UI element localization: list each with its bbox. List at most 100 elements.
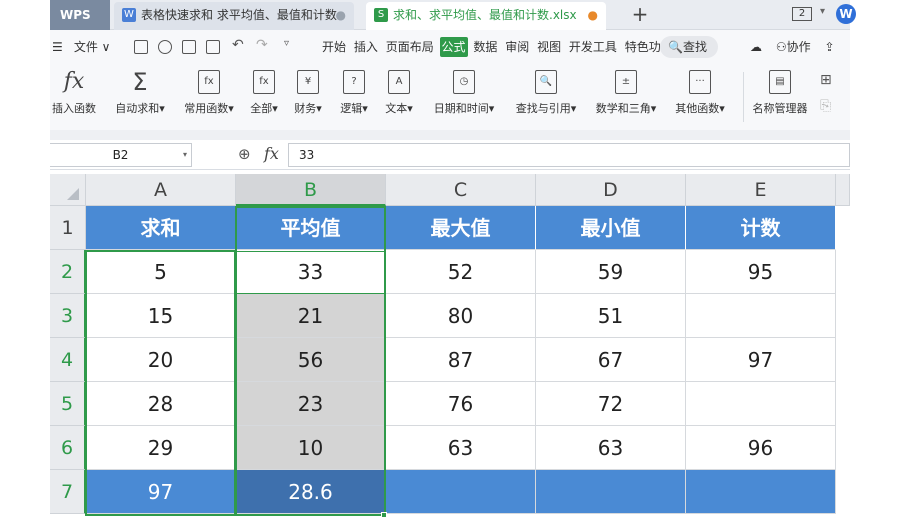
name-manager-button[interactable]: ▤ 名称管理器 (748, 68, 812, 126)
cell-c3[interactable]: 80 (386, 294, 536, 338)
cell-d6[interactable]: 63 (536, 426, 686, 470)
sheet-grid[interactable]: A B C D E 1 2 3 4 5 6 7 求和 平均值 最大值 最小值 计… (50, 174, 850, 520)
row-header-2[interactable]: 2 (50, 250, 86, 294)
more-functions-button[interactable]: ··· 其他函数▾ (668, 68, 732, 126)
fx-icon[interactable]: fx (264, 144, 279, 163)
insert-function-button[interactable]: fx 插入函数 (50, 68, 98, 126)
name-box[interactable]: B2 ▾ (50, 143, 192, 167)
print-preview-icon[interactable] (206, 40, 220, 54)
wps-logo[interactable]: WPS (50, 0, 110, 30)
cell-c2[interactable]: 52 (386, 250, 536, 294)
cell-d4[interactable]: 67 (536, 338, 686, 382)
row-header-5[interactable]: 5 (50, 382, 86, 426)
date-time-button[interactable]: ◷ 日期和时间▾ (426, 68, 502, 126)
row-header-1[interactable]: 1 (50, 206, 86, 250)
redo-icon[interactable]: ↷ (256, 37, 268, 53)
row-header-4[interactable]: 4 (50, 338, 86, 382)
cell-c4[interactable]: 87 (386, 338, 536, 382)
column-header-c[interactable]: C (386, 174, 536, 206)
all-functions-button[interactable]: fx 全部▾ (246, 68, 282, 126)
select-all-corner[interactable] (50, 174, 86, 206)
cell-b6[interactable]: 10 (236, 426, 386, 470)
account-logo-icon[interactable]: W (836, 4, 856, 24)
tab-developer[interactable]: 开发工具 (567, 30, 619, 64)
define-name-icon[interactable]: ⊞ (820, 72, 832, 88)
window-count-badge[interactable]: 2 (792, 7, 812, 21)
tab-insert[interactable]: 插入 (352, 30, 380, 64)
common-functions-button[interactable]: fx 常用函数▾ (178, 68, 240, 126)
chevron-down-icon[interactable]: ▾ (820, 6, 825, 17)
cell-e3[interactable] (686, 294, 836, 338)
lookup-reference-button[interactable]: 🔍 查找与引用▾ (508, 68, 584, 126)
cell-a2[interactable]: 5 (86, 250, 236, 294)
new-tab-button[interactable]: + (628, 2, 652, 28)
collab-button[interactable]: 协作 (787, 40, 811, 54)
formula-input[interactable]: 33 (288, 143, 850, 167)
row-header-6[interactable]: 6 (50, 426, 86, 470)
save-icon[interactable] (134, 40, 148, 54)
zoom-icon[interactable]: ⊕ (238, 145, 251, 163)
cell-e7[interactable] (686, 470, 836, 514)
column-header-a[interactable]: A (86, 174, 236, 206)
cell-e1[interactable]: 计数 (686, 206, 836, 250)
chevron-down-icon[interactable]: ∨ (102, 30, 111, 64)
cell-d7[interactable] (536, 470, 686, 514)
cloud-icon[interactable]: ☁ (750, 40, 762, 54)
cell-b1[interactable]: 平均值 (236, 206, 386, 250)
share-icon[interactable]: ⇪ (824, 40, 834, 54)
cell-a6[interactable]: 29 (86, 426, 236, 470)
tab-doc-2[interactable]: S 求和、求平均值、最值和计数.xlsx ● (366, 2, 606, 30)
column-header-f[interactable] (836, 174, 850, 206)
tab-review[interactable]: 审阅 (503, 30, 531, 64)
cell-d2[interactable]: 59 (536, 250, 686, 294)
column-header-b[interactable]: B (236, 174, 386, 206)
search-box[interactable]: 🔍查找 (660, 36, 718, 58)
column-header-e[interactable]: E (686, 174, 836, 206)
text-functions-button[interactable]: A 文本▾ (380, 68, 418, 126)
column-header-d[interactable]: D (536, 174, 686, 206)
cell-d5[interactable]: 72 (536, 382, 686, 426)
cell-c7[interactable] (386, 470, 536, 514)
file-menu[interactable]: 文件 (74, 30, 98, 64)
autosum-button[interactable]: Σ 自动求和▾ (108, 68, 172, 126)
cell-e5[interactable] (686, 382, 836, 426)
tab-home[interactable]: 开始 (320, 30, 348, 64)
cell-a7[interactable]: 97 (86, 470, 236, 514)
math-trig-button[interactable]: ± 数学和三角▾ (590, 68, 662, 126)
tab-doc-1[interactable]: W 表格快速求和 求平均值、最值和计数 ● (114, 2, 354, 30)
export-icon[interactable] (158, 40, 172, 54)
undo-icon[interactable]: ↶ (232, 37, 244, 53)
financial-button[interactable]: ¥ 财务▾ (290, 68, 326, 126)
cell-c5[interactable]: 76 (386, 382, 536, 426)
fill-handle[interactable] (381, 512, 387, 518)
cell-a5[interactable]: 28 (86, 382, 236, 426)
tab-formulas[interactable]: 公式 (439, 37, 468, 57)
quick-access-dropdown-icon[interactable]: ▿ (284, 38, 289, 49)
cell-d1[interactable]: 最小值 (536, 206, 686, 250)
cell-d3[interactable]: 51 (536, 294, 686, 338)
cell-b7[interactable]: 28.6 (236, 470, 386, 514)
button-label: 全部▾ (250, 102, 278, 115)
cell-a1[interactable]: 求和 (86, 206, 236, 250)
row-header-7[interactable]: 7 (50, 470, 86, 514)
tab-view[interactable]: 视图 (535, 30, 563, 64)
cell-e6[interactable]: 96 (686, 426, 836, 470)
logical-button[interactable]: ? 逻辑▾ (336, 68, 372, 126)
cell-e2[interactable]: 95 (686, 250, 836, 294)
cell-c6[interactable]: 63 (386, 426, 536, 470)
chevron-down-icon[interactable]: ▾ (183, 144, 187, 166)
cell-b5[interactable]: 23 (236, 382, 386, 426)
cell-b4[interactable]: 56 (236, 338, 386, 382)
cell-e4[interactable]: 97 (686, 338, 836, 382)
row-header-3[interactable]: 3 (50, 294, 86, 338)
cell-a4[interactable]: 20 (86, 338, 236, 382)
cell-b3[interactable]: 21 (236, 294, 386, 338)
hamburger-icon[interactable]: ☰ (52, 30, 68, 64)
tab-page-layout[interactable]: 页面布局 (384, 30, 436, 64)
cell-b2[interactable]: 33 (236, 250, 386, 294)
cell-a3[interactable]: 15 (86, 294, 236, 338)
print-icon[interactable] (182, 40, 196, 54)
paste-name-icon[interactable]: ⎘ (820, 98, 831, 114)
tab-data[interactable]: 数据 (471, 30, 499, 64)
cell-c1[interactable]: 最大值 (386, 206, 536, 250)
